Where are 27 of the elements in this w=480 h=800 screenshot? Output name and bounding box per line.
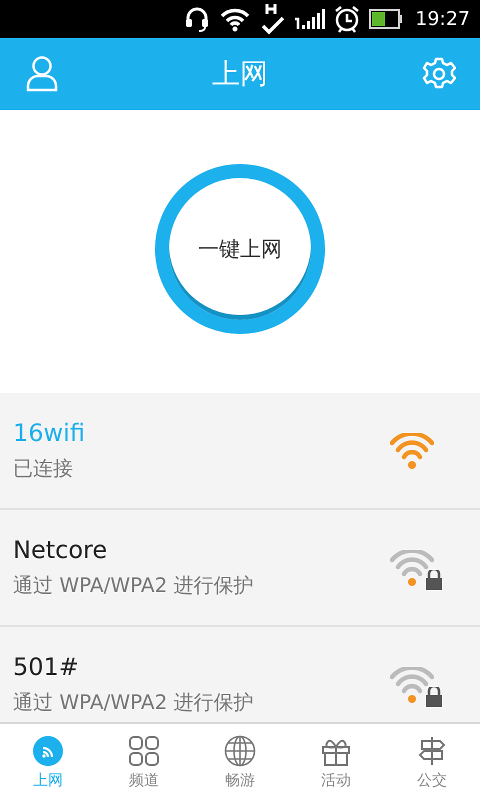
tab[interactable]: 畅游 <box>192 724 288 800</box>
network-row[interactable]: Netcore 通过 WPA/WPA2 进行保护 <box>0 510 480 627</box>
network-status: 通过 WPA/WPA2 进行保护 <box>13 572 255 599</box>
tab[interactable]: 频道 <box>96 724 192 800</box>
wifi-icon <box>32 734 64 766</box>
battery-icon <box>369 9 404 29</box>
data-check-icon <box>259 2 286 36</box>
globe-icon <box>224 734 256 766</box>
tab[interactable]: 上网 <box>0 724 96 800</box>
network-status: 已连接 <box>13 455 74 482</box>
alarm-icon <box>333 4 362 34</box>
network-status: 通过 WPA/WPA2 进行保护 <box>13 689 255 716</box>
network-name: 16wifi <box>13 419 86 447</box>
grid-icon <box>128 734 160 766</box>
signpost-icon <box>416 734 448 766</box>
tab[interactable]: 活动 <box>288 724 384 800</box>
wifi-icon <box>219 6 252 32</box>
network-name: Netcore <box>13 536 108 564</box>
page-title: 上网 <box>212 56 268 92</box>
clock-time: 19:27 <box>415 8 470 30</box>
tab[interactable]: 公交 <box>384 724 480 800</box>
network-name: 501# <box>13 653 80 681</box>
signal-icon <box>293 7 326 31</box>
connect-button[interactable]: 一键上网 <box>155 164 325 334</box>
profile-icon[interactable] <box>26 56 58 92</box>
settings-icon[interactable] <box>422 57 456 91</box>
network-row[interactable]: 16wifi 已连接 <box>0 393 480 510</box>
